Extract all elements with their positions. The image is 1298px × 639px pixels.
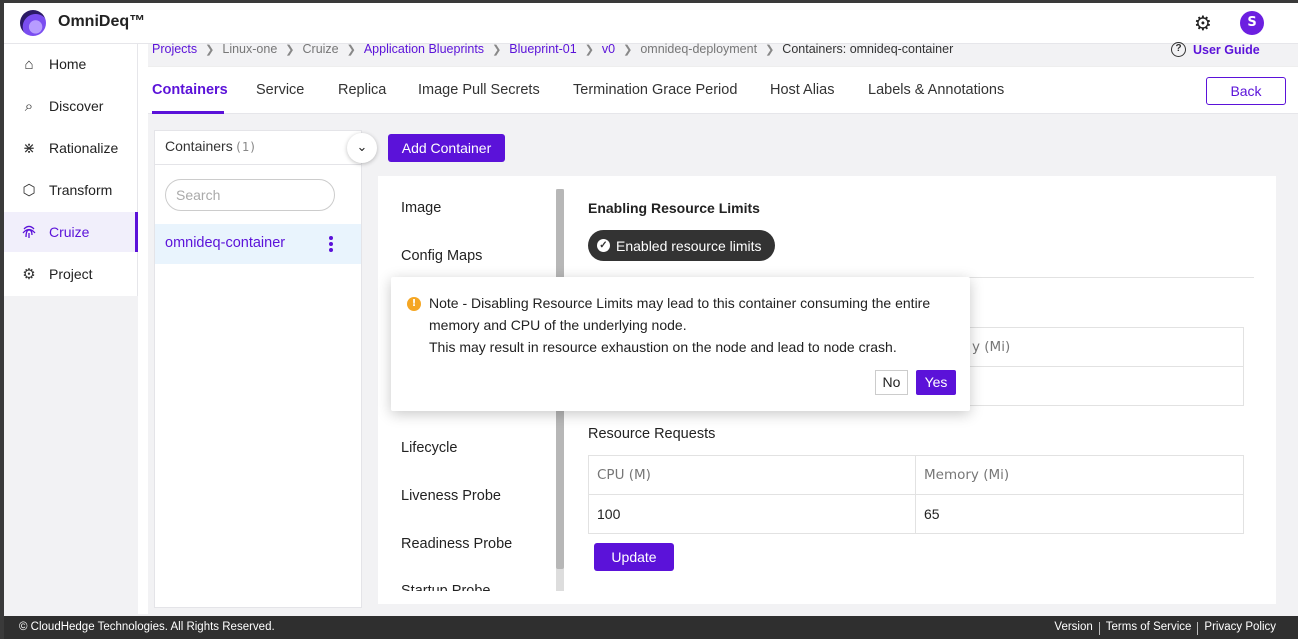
- container-name: omnideq-container: [165, 235, 286, 251]
- brand-name: OmniDeq™: [58, 13, 146, 30]
- window-top-edge: [0, 0, 1298, 3]
- sidebar-item-project[interactable]: ⚙ Project: [4, 254, 138, 294]
- requests-memory-header: Memory (Mi): [915, 455, 1244, 495]
- window-left-edge: [0, 0, 4, 639]
- tab-termination-grace-period[interactable]: Termination Grace Period: [573, 82, 737, 98]
- sidebar-item-transform[interactable]: ⬡ Transform: [4, 170, 138, 210]
- update-button[interactable]: Update: [594, 543, 674, 571]
- tab-labels-annotations[interactable]: Labels & Annotations: [868, 82, 1004, 98]
- chevron-right-icon: ❯: [584, 43, 594, 56]
- chevron-right-icon: ❯: [285, 43, 295, 56]
- tab-replica[interactable]: Replica: [338, 82, 386, 98]
- containers-count: (1): [234, 140, 257, 154]
- menu-item-lifecycle[interactable]: Lifecycle: [401, 440, 457, 456]
- menu-item-image[interactable]: Image: [401, 200, 441, 216]
- sidebar-item-cruize[interactable]: Cruize: [4, 212, 138, 252]
- breadcrumb-cruize[interactable]: Cruize: [303, 42, 339, 56]
- breadcrumb-version[interactable]: v0: [602, 42, 615, 56]
- popover-message: Note - Disabling Resource Limits may lea…: [429, 292, 961, 358]
- chevron-down-icon[interactable]: ⌄: [347, 133, 377, 163]
- breadcrumb-linux-one[interactable]: Linux-one: [222, 42, 277, 56]
- sidebar-item-label: Project: [49, 266, 93, 282]
- cube-icon: ⬡: [22, 182, 36, 199]
- tab-service[interactable]: Service: [256, 82, 304, 98]
- menu-item-config-maps[interactable]: Config Maps: [401, 248, 482, 264]
- resource-limits-toggle[interactable]: ✓ Enabled resource limits: [588, 230, 775, 261]
- breadcrumb-application-blueprints[interactable]: Application Blueprints: [364, 42, 484, 56]
- footer-link-terms[interactable]: Terms of Service: [1100, 621, 1198, 635]
- resource-limits-title: Enabling Resource Limits: [588, 200, 760, 216]
- breadcrumb-blueprint[interactable]: Blueprint-01: [509, 42, 576, 56]
- discover-icon: ⌕: [24, 97, 34, 115]
- help-circle-icon: ?: [1171, 42, 1186, 57]
- sidebar-item-rationalize[interactable]: ⋇ Rationalize: [4, 128, 138, 168]
- sidebar-item-label: Home: [49, 56, 87, 72]
- resource-requests-title: Resource Requests: [588, 426, 716, 442]
- kebab-menu-icon[interactable]: [329, 236, 333, 252]
- chevron-right-icon: ❯: [205, 43, 215, 56]
- confirm-no-button[interactable]: No: [875, 370, 908, 395]
- sidebar-item-home[interactable]: ⌂ Home: [4, 44, 138, 84]
- footer-links: Version Terms of Service Privacy Policy: [1048, 621, 1282, 635]
- fingerprint-icon: [20, 223, 38, 241]
- tab-bar: Containers Service Replica Image Pull Se…: [148, 66, 1298, 114]
- popover-message-line1: Note - Disabling Resource Limits may lea…: [429, 295, 931, 333]
- popover-message-line2: This may result in resource exhaustion o…: [429, 339, 897, 355]
- chevron-right-icon: ❯: [765, 43, 775, 56]
- confirm-yes-button[interactable]: Yes: [916, 370, 956, 395]
- warning-icon: !: [407, 297, 421, 311]
- requests-memory-input[interactable]: 65: [915, 494, 1244, 534]
- requests-cpu-header: CPU (M): [588, 455, 916, 495]
- content-left-gutter: [138, 44, 148, 614]
- user-guide-label: User Guide: [1193, 42, 1260, 57]
- breadcrumb-current: Containers: omnideq-container: [782, 42, 954, 56]
- rationalize-icon: ⋇: [22, 140, 36, 157]
- tab-host-alias[interactable]: Host Alias: [770, 82, 834, 98]
- breadcrumb: Projects ❯ Linux-one ❯ Cruize ❯ Applicat…: [152, 42, 953, 56]
- copyright-text: © CloudHedge Technologies. All Rights Re…: [19, 621, 275, 633]
- footer-link-version[interactable]: Version: [1048, 621, 1098, 635]
- chevron-right-icon: ❯: [346, 43, 356, 56]
- omnideq-logo-icon: [20, 10, 46, 36]
- requests-cpu-input[interactable]: 100: [588, 494, 916, 534]
- resource-requests-table: CPU (M) Memory (Mi) 100 65: [588, 455, 1244, 534]
- container-search-input[interactable]: [165, 179, 335, 211]
- app-header: OmniDeq™ ⚙ S: [4, 3, 1298, 44]
- active-tab-indicator: [152, 111, 224, 114]
- resource-limits-toggle-label: Enabled resource limits: [616, 237, 762, 254]
- gear-icon: ⚙: [22, 266, 36, 283]
- check-circle-icon: ✓: [597, 239, 610, 252]
- sidebar: ⌂ Home ⌕ Discover ⋇ Rationalize ⬡ Transf…: [4, 44, 138, 296]
- popover-arrow: [674, 261, 688, 268]
- menu-item-startup-probe[interactable]: Startup Probe: [401, 582, 490, 591]
- breadcrumb-deployment[interactable]: omnideq-deployment: [640, 42, 757, 56]
- home-icon: ⌂: [24, 55, 34, 73]
- sidebar-item-label: Rationalize: [49, 140, 119, 156]
- user-avatar[interactable]: S: [1240, 11, 1264, 35]
- sidebar-item-label: Cruize: [49, 224, 90, 240]
- add-container-button[interactable]: Add Container: [388, 134, 505, 162]
- menu-item-readiness-probe[interactable]: Readiness Probe: [401, 536, 512, 552]
- sidebar-item-discover[interactable]: ⌕ Discover: [4, 86, 138, 126]
- tab-containers[interactable]: Containers: [152, 82, 228, 98]
- tab-image-pull-secrets[interactable]: Image Pull Secrets: [418, 82, 540, 98]
- settings-gear-icon[interactable]: ⚙: [1192, 12, 1214, 34]
- sidebar-item-label: Discover: [49, 98, 104, 114]
- back-button[interactable]: Back: [1206, 77, 1286, 105]
- menu-item-liveness-probe[interactable]: Liveness Probe: [401, 488, 501, 504]
- containers-list-panel: Containers(1) omnideq-container: [154, 130, 362, 608]
- chevron-right-icon: ❯: [492, 43, 502, 56]
- user-guide-link[interactable]: ? User Guide: [1171, 42, 1260, 57]
- containers-title: Containers: [165, 138, 233, 154]
- containers-list-header: Containers (1): [155, 131, 361, 165]
- breadcrumb-projects[interactable]: Projects: [152, 42, 197, 56]
- footer-link-privacy[interactable]: Privacy Policy: [1198, 621, 1282, 635]
- footer: © CloudHedge Technologies. All Rights Re…: [4, 616, 1298, 639]
- chevron-right-icon: ❯: [623, 43, 633, 56]
- sidebar-item-label: Transform: [49, 182, 113, 198]
- disable-limits-confirm-popover: ! Note - Disabling Resource Limits may l…: [391, 277, 970, 411]
- list-item[interactable]: omnideq-container: [155, 224, 361, 264]
